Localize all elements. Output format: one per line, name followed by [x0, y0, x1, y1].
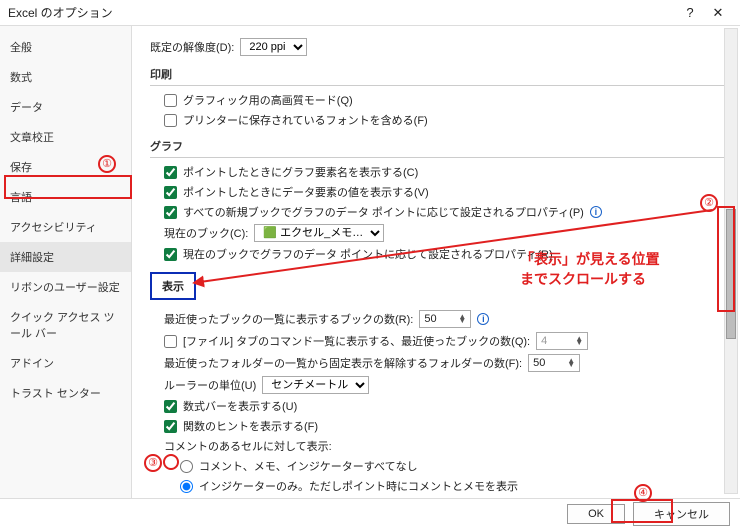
file-tab-stepper: 4▲▼	[536, 332, 588, 350]
scrollbar[interactable]	[724, 28, 738, 494]
formula-bar-checkbox[interactable]	[164, 400, 177, 413]
ok-button[interactable]: OK	[567, 504, 625, 524]
comment-indicator-hover-radio[interactable]	[180, 480, 193, 493]
recent-books-label: 最近使ったブックの一覧に表示するブックの数(R):	[164, 311, 413, 327]
sidebar-item-4[interactable]: 保存	[0, 152, 131, 182]
sidebar-item-3[interactable]: 文章校正	[0, 122, 131, 152]
chart-hover-names-checkbox[interactable]	[164, 166, 177, 179]
sidebar-item-2[interactable]: データ	[0, 92, 131, 122]
chart-hover-values-label: ポイントしたときにデータ要素の値を表示する(V)	[183, 184, 429, 200]
sidebar-item-10[interactable]: アドイン	[0, 348, 131, 378]
file-tab-checkbox[interactable]	[164, 335, 177, 348]
footer: OK キャンセル	[0, 498, 740, 528]
chart-current-props-label: 現在のブックでグラフのデータ ポイントに応じて設定されるプロパティ(R)	[183, 246, 553, 262]
current-book-label: 現在のブック(C):	[164, 225, 248, 241]
chart-hover-names-label: ポイントしたときにグラフ要素名を表示する(C)	[183, 164, 418, 180]
ruler-label: ルーラーの単位(U)	[164, 377, 256, 393]
sidebar-item-1[interactable]: 数式	[0, 62, 131, 92]
info-icon[interactable]: i	[590, 206, 602, 218]
comment-indicator-hover-label: インジケーターのみ。ただしポイント時にコメントとメモを表示	[199, 478, 518, 494]
section-display: 表示	[150, 272, 196, 300]
print-fonts-checkbox[interactable]	[164, 114, 177, 127]
chart-new-props-checkbox[interactable]	[164, 206, 177, 219]
section-chart: グラフ	[150, 138, 726, 158]
recent-books-stepper[interactable]: 50▲▼	[419, 310, 471, 328]
current-book-select[interactable]: 🟩 エクセル_メモ…	[254, 224, 384, 242]
sidebar-item-5[interactable]: 言語	[0, 182, 131, 212]
scroll-thumb[interactable]	[726, 209, 736, 339]
chart-new-props-label: すべての新規ブックでグラフのデータ ポイントに応じて設定されるプロパティ(P)	[183, 204, 584, 220]
comment-mode-label: コメントのあるセルに対して表示:	[164, 438, 332, 454]
help-button[interactable]: ?	[676, 5, 704, 20]
resolution-select[interactable]: 220 ppi	[240, 38, 307, 56]
print-fonts-label: プリンターに保存されているフォントを含める(F)	[183, 112, 428, 128]
chart-current-props-checkbox[interactable]	[164, 248, 177, 261]
comment-none-label: コメント、メモ、インジケーターすべてなし	[199, 458, 418, 474]
titlebar: Excel のオプション ? ✕	[0, 0, 740, 26]
ruler-select[interactable]: センチメートル	[262, 376, 369, 394]
resolution-label: 既定の解像度(D):	[150, 39, 234, 55]
sidebar-item-8[interactable]: リボンのユーザー設定	[0, 272, 131, 302]
sidebar-item-11[interactable]: トラスト センター	[0, 378, 131, 408]
file-tab-label: [ファイル] タブのコマンド一覧に表示する、最近使ったブックの数(Q):	[183, 333, 530, 349]
sidebar-item-0[interactable]: 全般	[0, 32, 131, 62]
recent-folders-label: 最近使ったフォルダーの一覧から固定表示を解除するフォルダーの数(F):	[164, 355, 522, 371]
func-hints-checkbox[interactable]	[164, 420, 177, 433]
content-panel: 既定の解像度(D): 220 ppi 印刷 グラフィック用の高画質モード(Q) …	[132, 26, 740, 498]
chart-hover-values-checkbox[interactable]	[164, 186, 177, 199]
sidebar: 全般数式データ文章校正保存言語アクセシビリティ詳細設定リボンのユーザー設定クイッ…	[0, 26, 132, 498]
print-hq-checkbox[interactable]	[164, 94, 177, 107]
sidebar-item-7[interactable]: 詳細設定	[0, 242, 131, 272]
recent-folders-stepper[interactable]: 50▲▼	[528, 354, 580, 372]
cancel-button[interactable]: キャンセル	[633, 502, 730, 526]
info-icon[interactable]: i	[477, 313, 489, 325]
section-print: 印刷	[150, 66, 726, 86]
sidebar-item-9[interactable]: クイック アクセス ツール バー	[0, 302, 131, 348]
sidebar-item-6[interactable]: アクセシビリティ	[0, 212, 131, 242]
print-hq-label: グラフィック用の高画質モード(Q)	[183, 92, 353, 108]
formula-bar-label: 数式バーを表示する(U)	[183, 398, 297, 414]
comment-none-radio[interactable]	[180, 460, 193, 473]
func-hints-label: 関数のヒントを表示する(F)	[183, 418, 318, 434]
close-button[interactable]: ✕	[704, 5, 732, 21]
window-title: Excel のオプション	[8, 4, 676, 21]
